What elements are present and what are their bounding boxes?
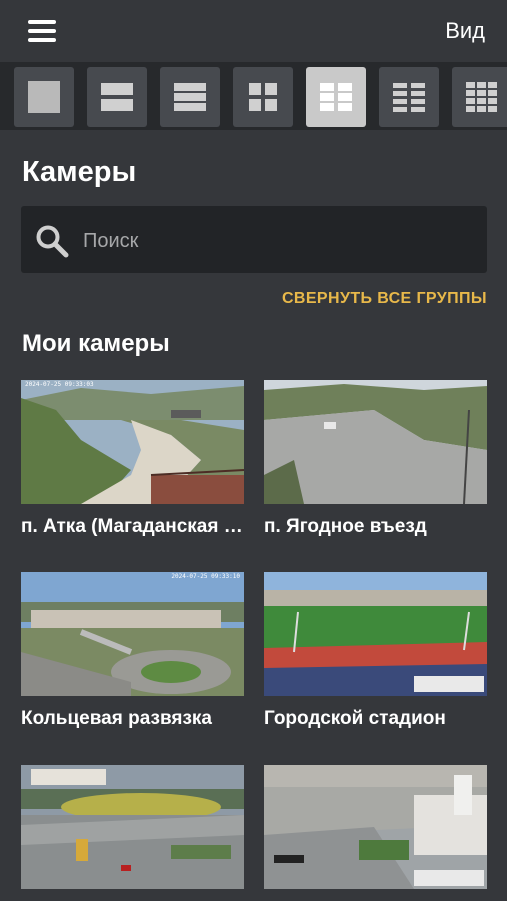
view-button[interactable]: Вид <box>445 18 485 44</box>
camera-tile[interactable] <box>21 765 244 901</box>
camera-thumbnail[interactable] <box>264 380 487 504</box>
camera-label: Городской стадион <box>264 708 446 729</box>
camera-tile[interactable] <box>264 765 487 901</box>
camera-thumbnail[interactable] <box>264 765 487 889</box>
camera-thumbnail[interactable]: 2024-07-25 09:33:10 <box>21 572 244 696</box>
group-title: Мои камеры <box>22 330 170 357</box>
camera-thumbnail[interactable] <box>21 765 244 889</box>
camera-label: п. Атка (Магаданская трасса) <box>21 516 244 537</box>
layout-1x2-icon <box>101 83 133 111</box>
layout-2x4-icon <box>393 83 425 112</box>
layout-1x3-option[interactable] <box>160 67 220 127</box>
camera-timestamp: 2024-07-25 09:33:10 <box>171 573 240 580</box>
layout-3x4-option[interactable] <box>452 67 507 127</box>
layout-2x2-icon <box>249 83 277 111</box>
top-bar: Вид <box>0 0 507 62</box>
camera-tile[interactable]: 2024-07-25 09:33:03 п. Атка (Магаданская… <box>21 380 244 538</box>
layout-2x3-option[interactable] <box>306 67 366 127</box>
camera-timestamp: 2024-07-25 09:33:03 <box>25 381 94 388</box>
layout-selector <box>0 62 507 130</box>
layout-2x2-option[interactable] <box>233 67 293 127</box>
camera-label: Кольцевая развязка <box>21 708 212 729</box>
camera-tile[interactable]: п. Ягодное въезд <box>264 380 487 538</box>
layout-2x3-icon <box>320 83 352 111</box>
camera-thumbnail[interactable] <box>264 572 487 696</box>
layout-1x1-option[interactable] <box>14 67 74 127</box>
camera-tile[interactable]: 2024-07-25 09:33:10 Кольцевая развязка <box>21 572 244 730</box>
collapse-all-groups-button[interactable]: СВЕРНУТЬ ВСЕ ГРУППЫ <box>282 290 487 308</box>
search-box[interactable] <box>21 206 487 273</box>
search-icon <box>36 225 69 258</box>
layout-2x4-option[interactable] <box>379 67 439 127</box>
page-title: Камеры <box>22 156 137 188</box>
layout-3x4-icon <box>466 82 497 112</box>
camera-thumbnail[interactable]: 2024-07-25 09:33:03 <box>21 380 244 504</box>
camera-label: п. Ягодное въезд <box>264 516 427 537</box>
layout-1x2-option[interactable] <box>87 67 147 127</box>
layout-1x1-icon <box>28 81 60 113</box>
hamburger-menu-icon[interactable] <box>28 20 56 42</box>
layout-1x3-icon <box>174 83 206 111</box>
search-input[interactable] <box>81 224 475 258</box>
camera-tile[interactable]: Городской стадион <box>264 572 487 730</box>
